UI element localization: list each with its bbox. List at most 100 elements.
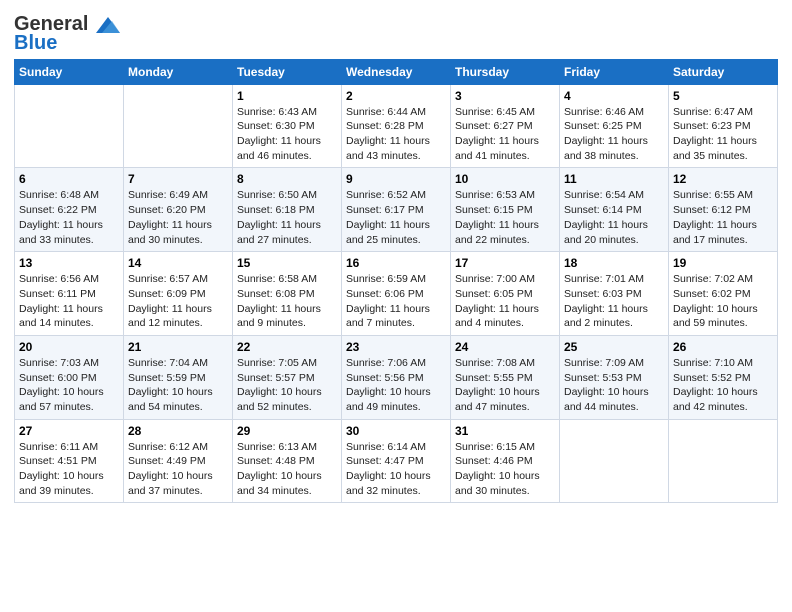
day-info: Sunrise: 6:14 AM Sunset: 4:47 PM Dayligh… <box>346 440 446 499</box>
day-number: 1 <box>237 89 337 103</box>
day-info: Sunrise: 6:45 AM Sunset: 6:27 PM Dayligh… <box>455 105 555 164</box>
logo-blue: Blue <box>14 33 120 53</box>
day-number: 9 <box>346 172 446 186</box>
day-info: Sunrise: 6:15 AM Sunset: 4:46 PM Dayligh… <box>455 440 555 499</box>
calendar-cell: 20 Sunrise: 7:03 AM Sunset: 6:00 PM Dayli… <box>15 335 124 419</box>
calendar-cell: 6 Sunrise: 6:48 AM Sunset: 6:22 PM Daylig… <box>15 168 124 252</box>
day-number: 6 <box>19 172 119 186</box>
calendar-cell: 10 Sunrise: 6:53 AM Sunset: 6:15 PM Dayli… <box>451 168 560 252</box>
weekday-header: Monday <box>124 59 233 84</box>
day-number: 18 <box>564 256 664 270</box>
calendar-cell: 13 Sunrise: 6:56 AM Sunset: 6:11 PM Dayli… <box>15 252 124 336</box>
day-number: 3 <box>455 89 555 103</box>
calendar-cell: 28 Sunrise: 6:12 AM Sunset: 4:49 PM Dayli… <box>124 419 233 503</box>
calendar-cell: 26 Sunrise: 7:10 AM Sunset: 5:52 PM Dayli… <box>669 335 778 419</box>
day-number: 28 <box>128 424 228 438</box>
day-info: Sunrise: 6:50 AM Sunset: 6:18 PM Dayligh… <box>237 188 337 247</box>
day-info: Sunrise: 6:13 AM Sunset: 4:48 PM Dayligh… <box>237 440 337 499</box>
day-info: Sunrise: 7:10 AM Sunset: 5:52 PM Dayligh… <box>673 356 773 415</box>
calendar-header: SundayMondayTuesdayWednesdayThursdayFrid… <box>15 59 778 84</box>
calendar-cell: 30 Sunrise: 6:14 AM Sunset: 4:47 PM Dayli… <box>342 419 451 503</box>
weekday-header: Saturday <box>669 59 778 84</box>
calendar-week-row: 13 Sunrise: 6:56 AM Sunset: 6:11 PM Dayli… <box>15 252 778 336</box>
day-number: 25 <box>564 340 664 354</box>
day-info: Sunrise: 6:58 AM Sunset: 6:08 PM Dayligh… <box>237 272 337 331</box>
day-info: Sunrise: 7:08 AM Sunset: 5:55 PM Dayligh… <box>455 356 555 415</box>
day-info: Sunrise: 6:53 AM Sunset: 6:15 PM Dayligh… <box>455 188 555 247</box>
calendar-cell <box>15 84 124 168</box>
calendar-body: 1 Sunrise: 6:43 AM Sunset: 6:30 PM Daylig… <box>15 84 778 503</box>
day-number: 26 <box>673 340 773 354</box>
day-number: 12 <box>673 172 773 186</box>
day-info: Sunrise: 6:11 AM Sunset: 4:51 PM Dayligh… <box>19 440 119 499</box>
calendar-cell: 7Sunrise: 6:49 AM Sunset: 6:20 PM Daylig… <box>124 168 233 252</box>
logo-icon <box>96 15 120 35</box>
calendar-cell: 4Sunrise: 6:46 AM Sunset: 6:25 PM Daylig… <box>560 84 669 168</box>
day-info: Sunrise: 7:04 AM Sunset: 5:59 PM Dayligh… <box>128 356 228 415</box>
day-number: 10 <box>455 172 555 186</box>
day-number: 24 <box>455 340 555 354</box>
calendar-cell: 12Sunrise: 6:55 AM Sunset: 6:12 PM Dayli… <box>669 168 778 252</box>
day-info: Sunrise: 7:09 AM Sunset: 5:53 PM Dayligh… <box>564 356 664 415</box>
calendar-cell: 21 Sunrise: 7:04 AM Sunset: 5:59 PM Dayli… <box>124 335 233 419</box>
calendar-table: SundayMondayTuesdayWednesdayThursdayFrid… <box>14 59 778 504</box>
day-info: Sunrise: 7:02 AM Sunset: 6:02 PM Dayligh… <box>673 272 773 331</box>
calendar-cell: 11 Sunrise: 6:54 AM Sunset: 6:14 PM Dayli… <box>560 168 669 252</box>
day-info: Sunrise: 6:48 AM Sunset: 6:22 PM Dayligh… <box>19 188 119 247</box>
page-header: General Blue <box>14 10 778 53</box>
calendar-cell: 8Sunrise: 6:50 AM Sunset: 6:18 PM Daylig… <box>233 168 342 252</box>
weekday-header: Thursday <box>451 59 560 84</box>
calendar-cell: 19 Sunrise: 7:02 AM Sunset: 6:02 PM Dayli… <box>669 252 778 336</box>
day-info: Sunrise: 7:06 AM Sunset: 5:56 PM Dayligh… <box>346 356 446 415</box>
day-number: 13 <box>19 256 119 270</box>
calendar-cell <box>124 84 233 168</box>
calendar-cell: 9 Sunrise: 6:52 AM Sunset: 6:17 PM Daylig… <box>342 168 451 252</box>
day-number: 17 <box>455 256 555 270</box>
weekday-header: Tuesday <box>233 59 342 84</box>
calendar-cell: 25 Sunrise: 7:09 AM Sunset: 5:53 PM Dayli… <box>560 335 669 419</box>
day-number: 16 <box>346 256 446 270</box>
day-info: Sunrise: 6:46 AM Sunset: 6:25 PM Dayligh… <box>564 105 664 164</box>
calendar-cell: 18 Sunrise: 7:01 AM Sunset: 6:03 PM Dayli… <box>560 252 669 336</box>
day-info: Sunrise: 6:56 AM Sunset: 6:11 PM Dayligh… <box>19 272 119 331</box>
day-info: Sunrise: 6:59 AM Sunset: 6:06 PM Dayligh… <box>346 272 446 331</box>
day-number: 27 <box>19 424 119 438</box>
day-number: 31 <box>455 424 555 438</box>
day-number: 20 <box>19 340 119 354</box>
day-number: 23 <box>346 340 446 354</box>
day-number: 22 <box>237 340 337 354</box>
calendar-cell: 23 Sunrise: 7:06 AM Sunset: 5:56 PM Dayli… <box>342 335 451 419</box>
calendar-cell <box>669 419 778 503</box>
day-info: Sunrise: 6:52 AM Sunset: 6:17 PM Dayligh… <box>346 188 446 247</box>
day-info: Sunrise: 6:44 AM Sunset: 6:28 PM Dayligh… <box>346 105 446 164</box>
day-info: Sunrise: 6:43 AM Sunset: 6:30 PM Dayligh… <box>237 105 337 164</box>
day-number: 15 <box>237 256 337 270</box>
day-info: Sunrise: 6:12 AM Sunset: 4:49 PM Dayligh… <box>128 440 228 499</box>
weekday-header-row: SundayMondayTuesdayWednesdayThursdayFrid… <box>15 59 778 84</box>
day-number: 21 <box>128 340 228 354</box>
day-number: 2 <box>346 89 446 103</box>
calendar-cell: 5 Sunrise: 6:47 AM Sunset: 6:23 PM Daylig… <box>669 84 778 168</box>
calendar-week-row: 20 Sunrise: 7:03 AM Sunset: 6:00 PM Dayli… <box>15 335 778 419</box>
day-info: Sunrise: 7:01 AM Sunset: 6:03 PM Dayligh… <box>564 272 664 331</box>
day-number: 30 <box>346 424 446 438</box>
calendar-cell: 1 Sunrise: 6:43 AM Sunset: 6:30 PM Daylig… <box>233 84 342 168</box>
day-info: Sunrise: 7:03 AM Sunset: 6:00 PM Dayligh… <box>19 356 119 415</box>
weekday-header: Wednesday <box>342 59 451 84</box>
day-info: Sunrise: 7:05 AM Sunset: 5:57 PM Dayligh… <box>237 356 337 415</box>
day-info: Sunrise: 6:47 AM Sunset: 6:23 PM Dayligh… <box>673 105 773 164</box>
weekday-header: Sunday <box>15 59 124 84</box>
day-number: 19 <box>673 256 773 270</box>
calendar-week-row: 6 Sunrise: 6:48 AM Sunset: 6:22 PM Daylig… <box>15 168 778 252</box>
day-number: 5 <box>673 89 773 103</box>
calendar-week-row: 27 Sunrise: 6:11 AM Sunset: 4:51 PM Dayli… <box>15 419 778 503</box>
calendar-week-row: 1 Sunrise: 6:43 AM Sunset: 6:30 PM Daylig… <box>15 84 778 168</box>
day-number: 14 <box>128 256 228 270</box>
day-number: 7 <box>128 172 228 186</box>
calendar-cell: 16 Sunrise: 6:59 AM Sunset: 6:06 PM Dayli… <box>342 252 451 336</box>
calendar-cell: 3 Sunrise: 6:45 AM Sunset: 6:27 PM Daylig… <box>451 84 560 168</box>
day-info: Sunrise: 6:54 AM Sunset: 6:14 PM Dayligh… <box>564 188 664 247</box>
day-number: 11 <box>564 172 664 186</box>
weekday-header: Friday <box>560 59 669 84</box>
calendar-cell: 17Sunrise: 7:00 AM Sunset: 6:05 PM Dayli… <box>451 252 560 336</box>
